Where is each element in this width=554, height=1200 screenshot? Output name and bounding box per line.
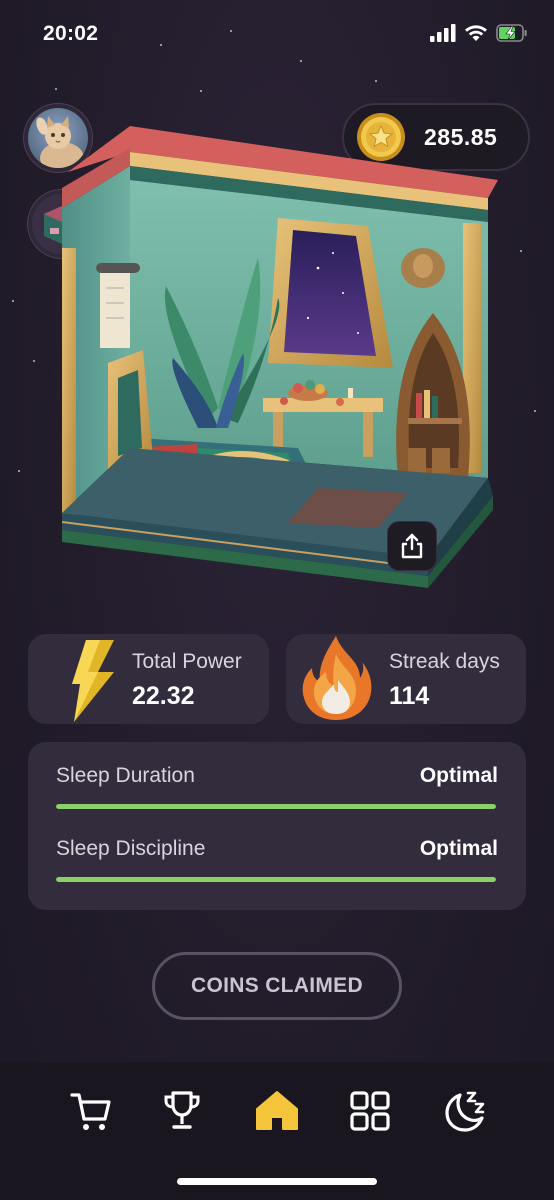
share-button[interactable] xyxy=(387,521,437,571)
status-time: 20:02 xyxy=(43,22,99,45)
grid-icon xyxy=(350,1091,390,1131)
trophy-icon xyxy=(164,1091,200,1129)
status-icons xyxy=(430,24,528,42)
egyptian-bedroom-illustration xyxy=(61,126,498,588)
sleep-discipline-bar xyxy=(56,877,496,882)
sleep-duration-fill xyxy=(56,804,496,809)
sleep-duration-status: Optimal xyxy=(419,764,498,787)
sleep-discipline-label: Sleep Discipline xyxy=(56,837,206,860)
sleep-metrics-panel: Sleep Duration Optimal Sleep Discipline … xyxy=(28,742,526,910)
sleep-duration-bar xyxy=(56,804,496,809)
total-power-value: 22.32 xyxy=(132,682,195,710)
sleep-duration-label: Sleep Duration xyxy=(56,764,195,787)
battery-charging-icon xyxy=(496,24,527,42)
fire-icon xyxy=(302,636,372,720)
streak-days-value: 114 xyxy=(389,682,430,710)
nav-leaderboard[interactable] xyxy=(157,1086,207,1136)
signal-icon xyxy=(430,24,456,42)
nav-shop[interactable] xyxy=(66,1086,116,1136)
lightning-icon xyxy=(72,640,114,722)
sleep-discipline-fill xyxy=(56,877,496,882)
home-indicator xyxy=(177,1178,377,1185)
moon-sleep-icon xyxy=(445,1091,485,1132)
coins-claimed-button[interactable]: COINS CLAIMED xyxy=(152,952,402,1020)
cart-icon xyxy=(70,1093,111,1130)
streak-days-card[interactable]: Streak days 114 xyxy=(286,634,526,724)
status-bar: 20:02 xyxy=(0,0,554,70)
streak-days-label: Streak days xyxy=(389,650,500,673)
total-power-label: Total Power xyxy=(132,650,242,673)
home-icon xyxy=(256,1091,298,1130)
share-icon xyxy=(401,533,423,559)
wifi-icon xyxy=(465,25,487,41)
bottom-navigation xyxy=(0,1062,554,1200)
nav-sleep[interactable] xyxy=(440,1086,490,1136)
nav-collection[interactable] xyxy=(345,1086,395,1136)
total-power-card[interactable]: Total Power 22.32 xyxy=(28,634,269,724)
sleep-discipline-status: Optimal xyxy=(419,837,498,860)
nav-home[interactable] xyxy=(252,1086,302,1136)
room-illustration xyxy=(48,118,508,588)
